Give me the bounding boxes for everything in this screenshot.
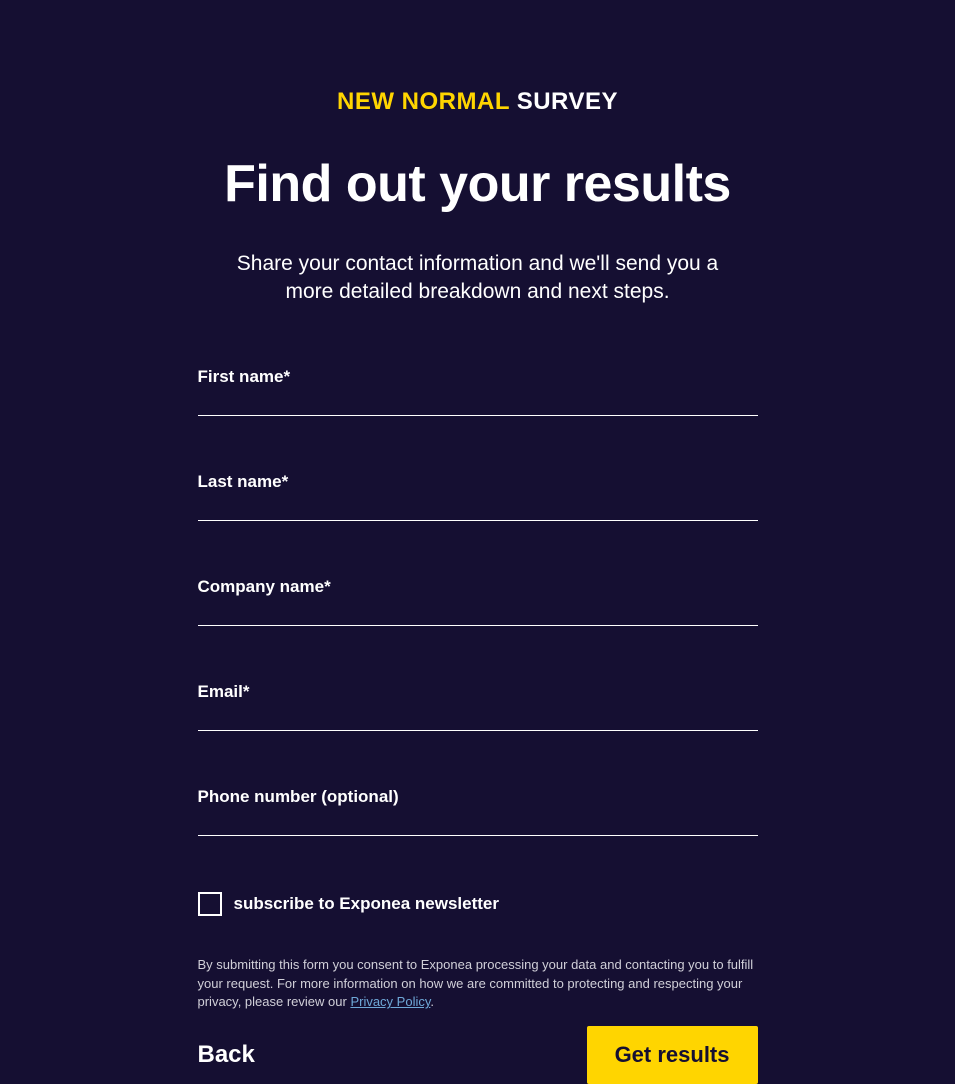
phone-group: Phone number (optional) [198, 787, 758, 836]
consent-text: By submitting this form you consent to E… [198, 956, 758, 1013]
email-group: Email* [198, 682, 758, 731]
email-label: Email* [198, 682, 758, 702]
last-name-label: Last name* [198, 472, 758, 492]
privacy-policy-link[interactable]: Privacy Policy [350, 994, 430, 1009]
get-results-button[interactable]: Get results [587, 1026, 758, 1084]
last-name-group: Last name* [198, 472, 758, 521]
survey-label-rest: SURVEY [510, 88, 618, 115]
phone-input[interactable] [198, 811, 758, 836]
first-name-group: First name* [198, 367, 758, 416]
actions-row: Back Get results [198, 1026, 758, 1084]
email-input[interactable] [198, 706, 758, 731]
last-name-input[interactable] [198, 496, 758, 521]
newsletter-checkbox[interactable] [198, 892, 222, 916]
back-button[interactable]: Back [198, 1041, 255, 1069]
consent-text-after: . [430, 994, 434, 1009]
form-container: NEW NORMAL SURVEY Find out your results … [198, 88, 758, 1084]
company-name-input[interactable] [198, 601, 758, 626]
newsletter-label: subscribe to Exponea newsletter [234, 894, 499, 914]
company-name-group: Company name* [198, 577, 758, 626]
phone-label: Phone number (optional) [198, 787, 758, 807]
first-name-label: First name* [198, 367, 758, 387]
page-title: Find out your results [198, 154, 758, 214]
consent-text-before: By submitting this form you consent to E… [198, 957, 754, 1010]
survey-label-highlight: NEW NORMAL [337, 88, 510, 115]
survey-label: NEW NORMAL SURVEY [198, 88, 758, 116]
page-description: Share your contact information and we'll… [198, 250, 758, 307]
first-name-input[interactable] [198, 391, 758, 416]
newsletter-group: subscribe to Exponea newsletter [198, 892, 758, 916]
company-name-label: Company name* [198, 577, 758, 597]
